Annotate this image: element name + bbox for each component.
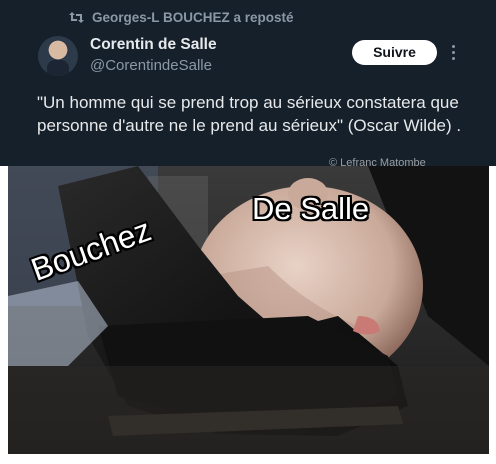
author-name[interactable]: Corentin de Salle [90,36,217,54]
author-handle[interactable]: @CorentindeSalle [90,57,212,74]
avatar[interactable] [38,36,78,76]
repost-banner[interactable]: Georges-L BOUCHEZ a reposté [69,10,294,25]
caption-de-salle: De Salle [252,191,370,226]
follow-button[interactable]: Suivre [352,40,437,65]
photo-illustration [8,166,489,454]
more-options-icon[interactable] [448,42,458,64]
watermark: © Lefranc Matombe [329,157,426,169]
tweet-text: "Un homme qui se prend trop au sérieux c… [37,93,462,135]
meme-photo[interactable] [8,166,489,454]
repost-icon [69,12,84,23]
tweet-card: Georges-L BOUCHEZ a reposté Corentin de … [0,0,496,166]
repost-label: Georges-L BOUCHEZ a reposté [92,10,294,25]
screenshot-frame: Georges-L BOUCHEZ a reposté Corentin de … [0,0,496,464]
